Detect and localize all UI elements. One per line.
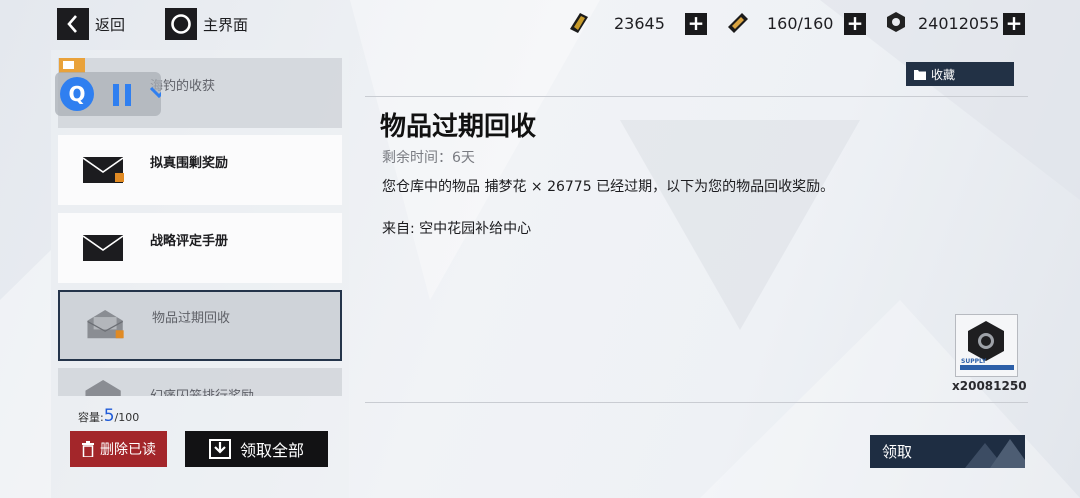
resource-gold bbox=[566, 10, 592, 38]
add-stamina-button[interactable]: + bbox=[844, 13, 866, 35]
hex-nut-icon bbox=[884, 10, 908, 38]
resource-stamina-value: 160/160 bbox=[767, 14, 834, 33]
back-label: 返回 bbox=[95, 15, 126, 34]
gold-bar-icon bbox=[566, 9, 592, 39]
mail-item-simulated-siege[interactable]: 拟真围剿奖励 bbox=[58, 135, 342, 205]
search-icon: Q bbox=[60, 77, 169, 111]
open-envelope-icon bbox=[87, 310, 124, 339]
mail-item-expired-recycle[interactable]: 物品过期回收 bbox=[58, 290, 342, 361]
reward-item[interactable]: SUPPLY bbox=[955, 314, 1018, 377]
download-icon bbox=[208, 439, 231, 459]
open-envelope-icon bbox=[85, 380, 121, 396]
floating-search-widget[interactable]: Q bbox=[55, 72, 169, 116]
folder-icon bbox=[914, 69, 926, 80]
home-circle-icon bbox=[165, 8, 197, 40]
hex-nut-supply-icon bbox=[960, 321, 1014, 370]
mail-item-phantom-cage[interactable]: 幻痛囚笼排行奖励 bbox=[58, 368, 342, 396]
mail-item-strategy-manual[interactable]: 战略评定手册 bbox=[58, 213, 342, 283]
folder-tag-icon bbox=[59, 58, 85, 73]
resource-nut bbox=[884, 10, 908, 38]
envelope-icon bbox=[83, 235, 124, 261]
mail-title: 战略评定手册 bbox=[150, 234, 229, 249]
divider bbox=[365, 402, 1028, 403]
delete-read-label: 删除已读 bbox=[100, 442, 156, 458]
add-nut-button[interactable]: + bbox=[1003, 13, 1025, 35]
delete-read-button[interactable]: 删除已读 bbox=[70, 431, 167, 467]
mail-remaining-time: 剩余时间：6天 bbox=[382, 150, 475, 166]
mail-title: 物品过期回收 bbox=[152, 311, 231, 326]
resource-nut-value: 24012055 bbox=[918, 14, 1000, 33]
divider bbox=[365, 96, 1028, 97]
trash-icon bbox=[82, 441, 94, 457]
add-gold-button[interactable]: + bbox=[685, 13, 707, 35]
claim-label: 领取 bbox=[882, 443, 913, 461]
mail-body-text: 您仓库中的物品 捕梦花 × 26775 已经过期，以下为您的物品回收奖励。 bbox=[382, 179, 835, 195]
capacity-max: /100 bbox=[114, 411, 140, 424]
home-button[interactable]: 主界面 bbox=[165, 8, 248, 40]
envelope-icon bbox=[83, 157, 124, 183]
capacity-current: 5 bbox=[103, 406, 115, 426]
mail-title: 幻痛囚笼排行奖励 bbox=[150, 385, 254, 396]
chevron-left-icon bbox=[57, 8, 89, 40]
reward-supply-tag: SUPPLY bbox=[961, 358, 987, 365]
resource-stamina bbox=[725, 10, 751, 38]
favorite-label: 收藏 bbox=[931, 67, 956, 82]
home-label: 主界面 bbox=[203, 15, 249, 34]
mail-title: 拟真围剿奖励 bbox=[150, 156, 229, 171]
svg-text:Q: Q bbox=[68, 82, 85, 106]
stamina-battery-icon bbox=[725, 9, 751, 39]
capacity-label: 容量: bbox=[78, 411, 104, 424]
mail-sender: 来自: 空中花园补给中心 bbox=[382, 221, 532, 237]
mail-detail-title: 物品过期回收 bbox=[380, 112, 537, 142]
favorite-button[interactable]: 收藏 bbox=[906, 62, 1014, 86]
reward-count: x20081250 bbox=[952, 379, 1027, 393]
back-button[interactable]: 返回 bbox=[57, 8, 125, 40]
claim-button-decoration bbox=[965, 439, 1025, 468]
claim-all-label: 领取全部 bbox=[239, 441, 304, 460]
resource-gold-value: 23645 bbox=[614, 14, 665, 33]
claim-all-button[interactable]: 领取全部 bbox=[185, 431, 328, 467]
claim-button[interactable]: 领取 bbox=[870, 435, 1025, 468]
capacity-indicator: 容量:5/100 bbox=[78, 406, 139, 426]
